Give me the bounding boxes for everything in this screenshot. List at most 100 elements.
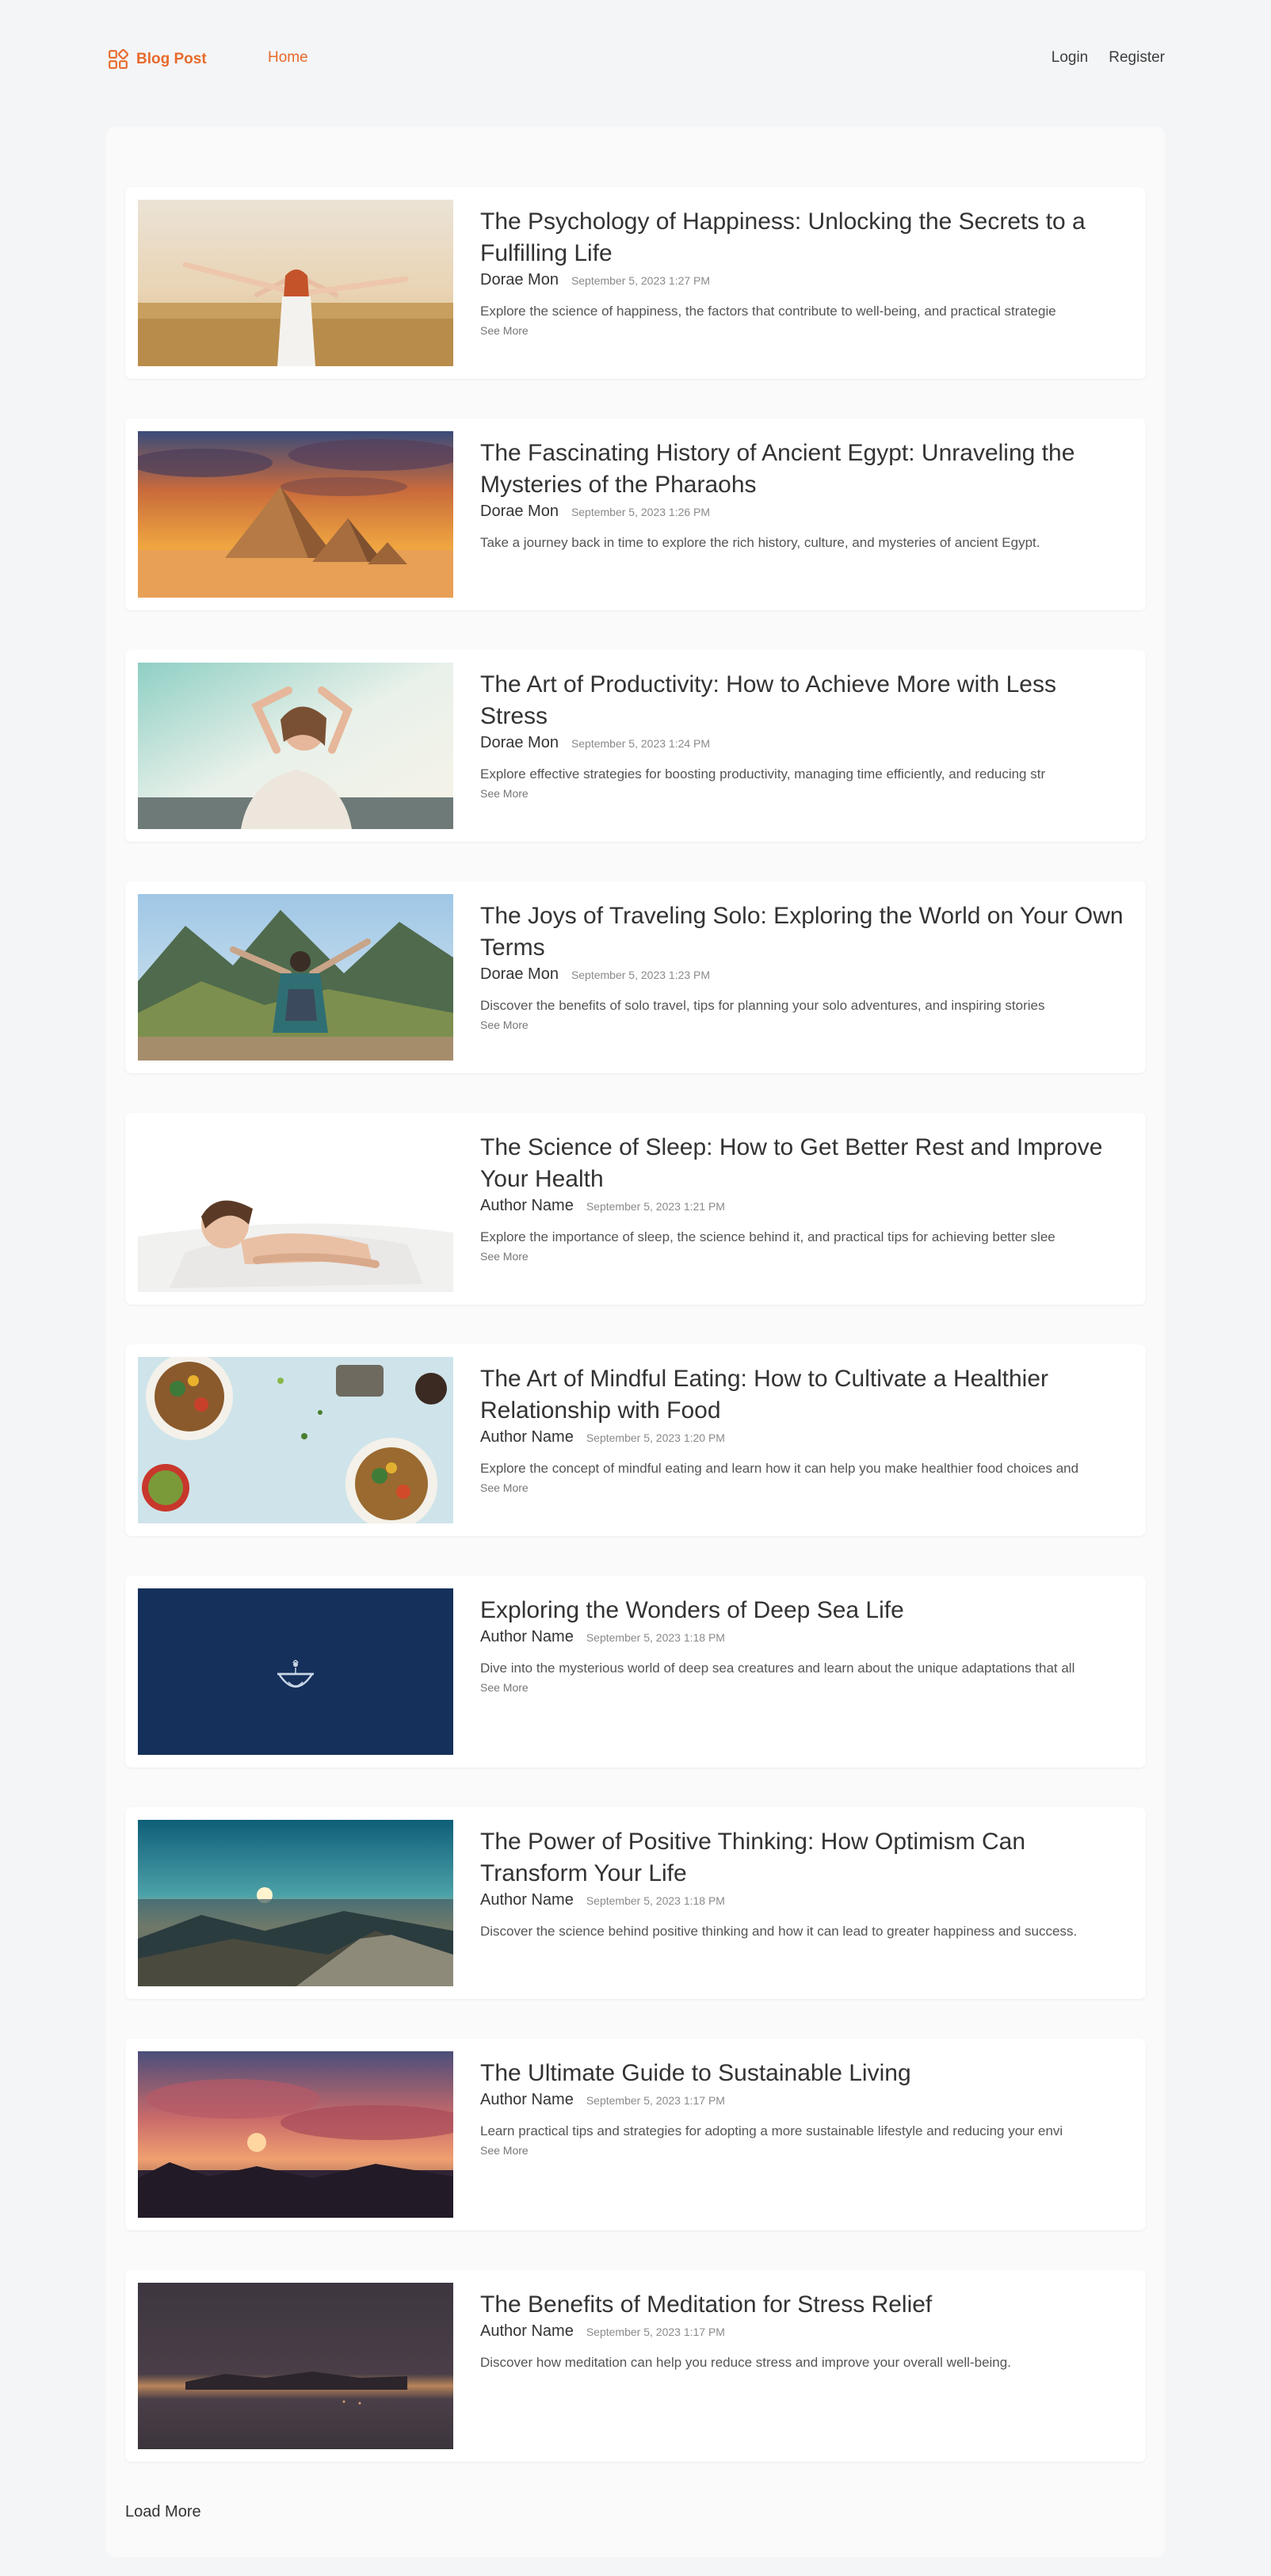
relaxed-woman-image [138,663,453,829]
post-thumbnail[interactable] [138,1357,453,1523]
auth-nav: Login Register [1052,49,1165,67]
post-card[interactable]: The Art of Productivity: How to Achieve … [125,650,1146,842]
see-more-link[interactable]: See More [480,324,1130,337]
main-container: The Psychology of Happiness: Unlocking t… [106,127,1165,2557]
nav-home-link[interactable]: Home [268,49,308,67]
post-thumbnail[interactable] [138,2283,453,2449]
food-bowls-image [138,1357,453,1523]
red-sunset-image [138,2051,453,2218]
brand-logo-link[interactable]: Blog Post [108,48,207,71]
post-thumbnail[interactable] [138,663,453,829]
post-excerpt: Explore effective strategies for boostin… [480,766,1046,782]
register-link[interactable]: Register [1109,49,1165,67]
post-card[interactable]: The Benefits of Meditation for Stress Re… [125,2270,1146,2462]
post-meta: Author Name September 5, 2023 1:20 PM [480,1428,1130,1447]
post-meta: Author Name September 5, 2023 1:17 PM [480,2091,1130,2109]
post-excerpt: Dive into the mysterious world of deep s… [480,1661,1075,1676]
post-author: Author Name [480,2091,574,2108]
post-body: The Benefits of Meditation for Stress Re… [480,2289,1130,2375]
post-date: September 5, 2023 1:26 PM [571,506,711,518]
post-body: The Joys of Traveling Solo: Exploring th… [480,900,1130,1031]
post-title[interactable]: The Ultimate Guide to Sustainable Living [480,2058,1130,2089]
post-card[interactable]: The Fascinating History of Ancient Egypt… [125,419,1146,610]
post-card[interactable]: The Science of Sleep: How to Get Better … [125,1113,1146,1305]
post-title[interactable]: The Fascinating History of Ancient Egypt… [480,438,1130,501]
post-title[interactable]: The Psychology of Happiness: Unlocking t… [480,206,1130,269]
post-excerpt: Explore the concept of mindful eating an… [480,1461,1079,1476]
post-thumbnail[interactable] [138,1820,453,1986]
post-title[interactable]: The Science of Sleep: How to Get Better … [480,1132,1130,1195]
post-thumbnail[interactable] [138,200,453,366]
post-author: Dorae Mon [480,503,559,520]
post-date: September 5, 2023 1:17 PM [586,2326,725,2338]
post-title[interactable]: Exploring the Wonders of Deep Sea Life [480,1595,1130,1626]
post-date: September 5, 2023 1:18 PM [586,1894,725,1907]
post-card[interactable]: The Ultimate Guide to Sustainable Living… [125,2039,1146,2230]
post-body: The Fascinating History of Ancient Egypt… [480,438,1130,556]
post-card[interactable]: Exploring the Wonders of Deep Sea Life A… [125,1576,1146,1768]
post-card[interactable]: The Psychology of Happiness: Unlocking t… [125,187,1146,379]
post-title[interactable]: The Joys of Traveling Solo: Exploring th… [480,900,1130,964]
post-meta: Dorae Mon September 5, 2023 1:23 PM [480,965,1130,984]
see-more-link[interactable]: See More [480,1681,1130,1694]
post-body: Exploring the Wonders of Deep Sea Life A… [480,1595,1130,1694]
post-title[interactable]: The Benefits of Meditation for Stress Re… [480,2289,1130,2321]
post-date: September 5, 2023 1:23 PM [571,969,711,981]
post-title[interactable]: The Art of Mindful Eating: How to Cultiv… [480,1363,1130,1427]
post-thumbnail[interactable] [138,431,453,598]
post-meta: Author Name September 5, 2023 1:21 PM [480,1197,1130,1215]
post-thumbnail[interactable] [138,894,453,1061]
post-card[interactable]: The Art of Mindful Eating: How to Cultiv… [125,1344,1146,1536]
post-author: Author Name [480,1628,574,1645]
see-more-link[interactable]: See More [480,1481,1130,1494]
post-author: Dorae Mon [480,271,559,289]
post-excerpt: Learn practical tips and strategies for … [480,2123,1063,2138]
see-more-link[interactable]: See More [480,787,1130,800]
brand-name: Blog Post [136,51,207,67]
post-title[interactable]: The Art of Productivity: How to Achieve … [480,669,1130,732]
login-link[interactable]: Login [1052,49,1089,67]
post-title[interactable]: The Power of Positive Thinking: How Opti… [480,1826,1130,1890]
post-excerpt: Discover the science behind positive thi… [480,1924,1078,1939]
post-card[interactable]: The Power of Positive Thinking: How Opti… [125,1807,1146,1999]
load-more-button[interactable]: Load More [125,2503,201,2521]
see-more-link[interactable]: See More [480,1250,1130,1263]
post-card[interactable]: The Joys of Traveling Solo: Exploring th… [125,881,1146,1073]
mountain-sunrise-image [138,1820,453,1986]
post-body: The Art of Productivity: How to Achieve … [480,669,1130,800]
pyramids-image [138,431,453,598]
post-excerpt: Explore the importance of sleep, the sci… [480,1229,1055,1244]
post-author: Dorae Mon [480,734,559,751]
post-body: The Ultimate Guide to Sustainable Living… [480,2058,1130,2157]
site-header: Blog Post Home Login Register [0,0,1271,119]
deep-sea-emblem-image [138,1588,453,1755]
post-date: September 5, 2023 1:20 PM [586,1431,725,1444]
post-excerpt: Discover how meditation can help you red… [480,2355,1011,2370]
post-date: September 5, 2023 1:17 PM [586,2094,725,2107]
post-author: Dorae Mon [480,965,559,983]
post-date: September 5, 2023 1:21 PM [586,1200,725,1213]
post-meta: Dorae Mon September 5, 2023 1:27 PM [480,271,1130,289]
post-body: The Power of Positive Thinking: How Opti… [480,1826,1130,1944]
post-author: Author Name [480,1891,574,1909]
post-body: The Science of Sleep: How to Get Better … [480,1132,1130,1263]
dusk-horizon-image [138,2283,453,2449]
post-body: The Art of Mindful Eating: How to Cultiv… [480,1363,1130,1494]
post-date: September 5, 2023 1:24 PM [571,737,711,750]
post-author: Author Name [480,2322,574,2340]
sleeping-woman-image [138,1126,453,1292]
post-meta: Dorae Mon September 5, 2023 1:26 PM [480,503,1130,521]
post-meta: Author Name September 5, 2023 1:18 PM [480,1628,1130,1646]
post-author: Author Name [480,1197,574,1214]
post-date: September 5, 2023 1:18 PM [586,1631,725,1644]
see-more-link[interactable]: See More [480,2144,1130,2157]
post-thumbnail[interactable] [138,1126,453,1292]
grid-icon [109,49,128,69]
post-meta: Dorae Mon September 5, 2023 1:24 PM [480,734,1130,752]
post-excerpt: Discover the benefits of solo travel, ti… [480,998,1045,1013]
post-author: Author Name [480,1428,574,1446]
post-meta: Author Name September 5, 2023 1:18 PM [480,1891,1130,1909]
post-thumbnail[interactable] [138,1588,453,1755]
see-more-link[interactable]: See More [480,1019,1130,1031]
post-thumbnail[interactable] [138,2051,453,2218]
